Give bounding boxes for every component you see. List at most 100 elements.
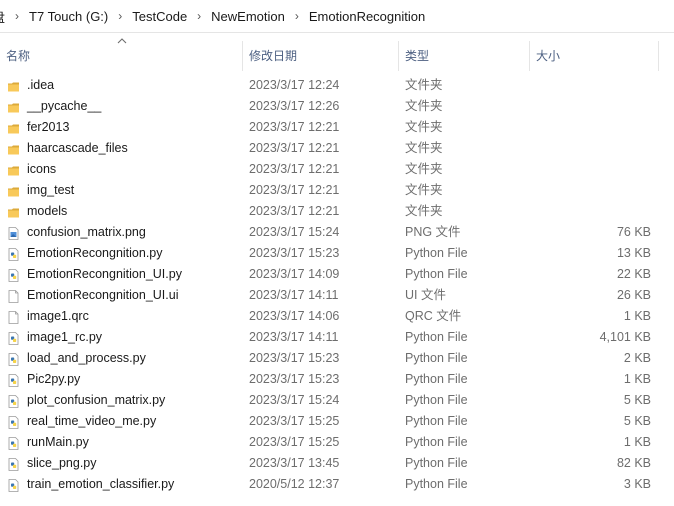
file-row[interactable]: confusion_matrix.png 2023/3/17 15:24 PNG 文… [0, 222, 674, 243]
file-row[interactable]: real_time_video_me.py 2023/3/17 15:25 Pyth… [0, 411, 674, 432]
column-header-row: 名称 修改日期 类型 大小 [0, 41, 674, 71]
blank-file-icon [7, 310, 20, 324]
python-file-icon [7, 331, 20, 345]
file-type: Python File [405, 246, 468, 260]
breadcrumb-emotionrecognition[interactable]: EmotionRecognition [305, 9, 429, 24]
file-size: 1 KB [623, 435, 651, 449]
file-type: 文件夹 [405, 204, 443, 218]
file-row[interactable]: .idea 2023/3/17 12:24 文件夹 [0, 75, 674, 96]
file-name: EmotionRecongnition.py [27, 246, 163, 260]
file-row[interactable]: fer2013 2023/3/17 12:21 文件夹 [0, 117, 674, 138]
file-type: Python File [405, 267, 468, 281]
file-row[interactable]: Pic2py.py 2023/3/17 15:23 Python File 1 KB [0, 369, 674, 390]
file-row[interactable]: icons 2023/3/17 12:21 文件夹 [0, 159, 674, 180]
folder-icon [7, 121, 20, 134]
file-row[interactable]: EmotionRecongnition_UI.py 2023/3/17 14:09… [0, 264, 674, 285]
file-name: haarcascade_files [27, 141, 128, 155]
chevron-right-icon[interactable]: › [289, 9, 305, 23]
folder-icon [7, 100, 20, 113]
python-file-icon [7, 247, 20, 261]
file-row[interactable]: EmotionRecongnition.py 2023/3/17 15:23 Pyt… [0, 243, 674, 264]
file-name: train_emotion_classifier.py [27, 477, 175, 491]
file-size: 1 KB [623, 309, 651, 323]
file-name: icons [27, 162, 57, 176]
file-name: plot_confusion_matrix.py [27, 393, 166, 407]
file-type: 文件夹 [405, 162, 443, 176]
file-type: Python File [405, 456, 468, 470]
chevron-right-icon[interactable]: › [191, 9, 207, 23]
file-name: img_test [27, 183, 75, 197]
file-row[interactable]: haarcascade_files 2023/3/17 12:21 文件夹 [0, 138, 674, 159]
file-type: Python File [405, 372, 468, 386]
file-modified: 2023/3/17 12:21 [249, 183, 340, 197]
file-modified: 2023/3/17 15:23 [249, 351, 340, 365]
file-size: 76 KB [616, 225, 651, 239]
blank-file-icon [7, 289, 20, 303]
file-name: models [27, 204, 68, 218]
column-header-size[interactable]: 大小 [530, 41, 659, 71]
python-file-icon [7, 457, 20, 471]
file-size: 22 KB [616, 267, 651, 281]
file-row[interactable]: load_and_process.py 2023/3/17 15:23 Python… [0, 348, 674, 369]
file-row[interactable]: runMain.py 2023/3/17 15:25 Python File 1 KB [0, 432, 674, 453]
breadcrumb-drive-prefix[interactable]: 盘 [0, 7, 9, 26]
file-name: EmotionRecongnition_UI.py [27, 267, 182, 281]
folder-icon [7, 184, 20, 197]
file-row[interactable]: models 2023/3/17 12:21 文件夹 [0, 201, 674, 222]
file-type: UI 文件 [405, 288, 446, 302]
file-modified: 2023/3/17 12:21 [249, 162, 340, 176]
file-name: __pycache__ [27, 99, 102, 113]
file-type: 文件夹 [405, 99, 443, 113]
file-type: Python File [405, 351, 468, 365]
file-row[interactable]: plot_confusion_matrix.py 2023/3/17 15:24 P… [0, 390, 674, 411]
file-type: PNG 文件 [405, 225, 461, 239]
file-name: confusion_matrix.png [27, 225, 146, 239]
file-modified: 2023/3/17 15:23 [249, 246, 340, 260]
file-modified: 2023/3/17 14:06 [249, 309, 340, 323]
file-row[interactable]: image1.qrc 2023/3/17 14:06 QRC 文件 1 KB [0, 306, 674, 327]
file-row[interactable]: img_test 2023/3/17 12:21 文件夹 [0, 180, 674, 201]
file-size: 26 KB [616, 288, 651, 302]
column-header-name[interactable]: 名称 [0, 41, 243, 71]
python-file-icon [7, 268, 20, 282]
file-size: 2 KB [623, 351, 651, 365]
image-file-icon [7, 226, 20, 240]
file-row[interactable]: __pycache__ 2023/3/17 12:26 文件夹 [0, 96, 674, 117]
file-modified: 2023/3/17 12:26 [249, 99, 340, 113]
file-modified: 2023/3/17 13:45 [249, 456, 340, 470]
file-name: Pic2py.py [27, 372, 81, 386]
file-name: fer2013 [27, 120, 70, 134]
breadcrumb-newemotion[interactable]: NewEmotion [207, 9, 289, 24]
chevron-right-icon[interactable]: › [9, 9, 25, 23]
column-header-modified[interactable]: 修改日期 [243, 41, 399, 71]
file-modified: 2023/3/17 15:25 [249, 414, 340, 428]
file-modified: 2023/3/17 12:21 [249, 120, 340, 134]
file-modified: 2023/3/17 15:24 [249, 393, 340, 407]
file-type: Python File [405, 435, 468, 449]
file-type: 文件夹 [405, 120, 443, 134]
chevron-right-icon[interactable]: › [112, 9, 128, 23]
file-name: runMain.py [27, 435, 89, 449]
file-size: 5 KB [623, 414, 651, 428]
file-name: .idea [27, 78, 55, 92]
file-type: 文件夹 [405, 183, 443, 197]
breadcrumb-testcode[interactable]: TestCode [128, 9, 191, 24]
file-row[interactable]: train_emotion_classifier.py 2020/5/12 12:… [0, 474, 674, 495]
file-type: Python File [405, 393, 468, 407]
breadcrumb-drive[interactable]: T7 Touch (G:) [25, 9, 112, 24]
column-header-type[interactable]: 类型 [399, 41, 530, 71]
file-name: load_and_process.py [27, 351, 146, 365]
file-size: 5 KB [623, 393, 651, 407]
file-modified: 2020/5/12 12:37 [249, 477, 340, 491]
address-bar[interactable]: 盘 › T7 Touch (G:) › TestCode › NewEmotio… [0, 0, 674, 33]
file-row[interactable]: slice_png.py 2023/3/17 13:45 Python File 82… [0, 453, 674, 474]
file-modified: 2023/3/17 15:23 [249, 372, 340, 386]
file-modified: 2023/3/17 12:24 [249, 78, 340, 92]
file-row[interactable]: EmotionRecongnition_UI.ui 2023/3/17 14:11… [0, 285, 674, 306]
file-name: real_time_video_me.py [27, 414, 157, 428]
python-file-icon [7, 352, 20, 366]
file-size: 1 KB [623, 372, 651, 386]
file-row[interactable]: image1_rc.py 2023/3/17 14:11 Python File 4,… [0, 327, 674, 348]
file-modified: 2023/3/17 14:09 [249, 267, 340, 281]
file-size: 3 KB [623, 477, 651, 491]
